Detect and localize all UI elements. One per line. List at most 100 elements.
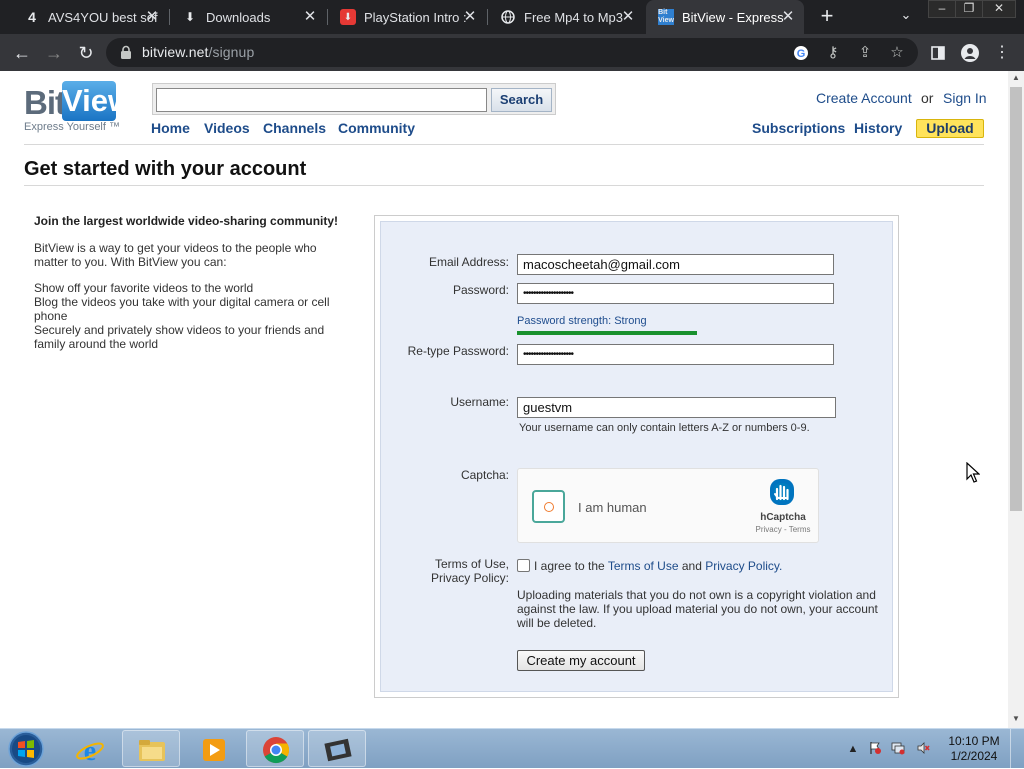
- taskbar-clock[interactable]: 10:10 PM 1/2/2024: [945, 734, 1003, 764]
- back-arrow-icon[interactable]: ←: [9, 40, 35, 66]
- retype-password-label: Re-type Password:: [407, 344, 509, 358]
- search-form: Search: [152, 83, 556, 115]
- clock-date: 1/2/2024: [950, 749, 998, 763]
- terms-checkbox[interactable]: [517, 559, 530, 572]
- tab-avs4you[interactable]: 4 AVS4YOU best sof ✕: [12, 0, 168, 34]
- password-strength-bar: [517, 331, 697, 335]
- close-icon[interactable]: ✕: [302, 9, 318, 25]
- close-icon[interactable]: ✕: [620, 9, 636, 25]
- svg-text:e: e: [84, 736, 96, 765]
- network-icon[interactable]: [890, 741, 906, 757]
- captcha-text: I am human: [578, 500, 647, 515]
- create-account-button[interactable]: Create my account: [517, 650, 645, 671]
- action-center-flag-icon[interactable]: [867, 741, 883, 757]
- globe-icon: [500, 9, 516, 25]
- google-icon[interactable]: G: [790, 42, 812, 64]
- kebab-menu-icon[interactable]: ⋮: [989, 40, 1015, 66]
- taskbar-ie[interactable]: e: [60, 730, 118, 767]
- tab-free-mp4[interactable]: Free Mp4 to Mp3 ✕: [488, 0, 644, 34]
- restore-button[interactable]: ❐: [955, 0, 983, 18]
- create-account-link[interactable]: Create Account: [816, 90, 912, 106]
- nav-channels[interactable]: Channels: [263, 120, 326, 136]
- sign-in-link[interactable]: Sign In: [943, 90, 987, 106]
- header-divider: [24, 144, 984, 145]
- chrome-icon: [263, 737, 290, 764]
- search-button[interactable]: Search: [491, 88, 552, 112]
- nav-videos[interactable]: Videos: [204, 120, 250, 136]
- minimize-button[interactable]: –: [928, 0, 956, 18]
- tab-search-chevron-icon[interactable]: ⌄: [896, 7, 916, 27]
- star-icon[interactable]: ☆: [886, 42, 908, 64]
- hcaptcha-brand: hCaptcha: [760, 512, 806, 523]
- copyright-notice: Uploading materials that you do not own …: [517, 588, 878, 630]
- history-link[interactable]: History: [854, 120, 902, 136]
- retype-password-field[interactable]: ••••••••••••••••••••: [517, 344, 834, 365]
- profile-avatar-icon[interactable]: [957, 40, 983, 66]
- email-label: Email Address:: [428, 255, 509, 269]
- hcaptcha-links[interactable]: Privacy - Terms: [748, 525, 818, 534]
- or-text: or: [921, 90, 934, 106]
- side-panel-icon[interactable]: [925, 40, 951, 66]
- logo-view-text: View: [62, 81, 132, 121]
- film-strip-icon: [324, 738, 352, 762]
- scroll-up-arrow-icon[interactable]: ▲: [1008, 71, 1024, 85]
- search-input[interactable]: [156, 88, 487, 112]
- new-tab-button[interactable]: +: [815, 5, 839, 29]
- windows-taskbar: e ▲ 10:10 PM 1/2/2024: [0, 728, 1024, 769]
- taskbar-media-player[interactable]: [184, 730, 242, 767]
- taskbar-explorer[interactable]: [122, 730, 180, 767]
- show-desktop-button[interactable]: [1010, 729, 1024, 769]
- intro-bullet: Show off your favorite videos to the wor…: [34, 281, 254, 295]
- taskbar-chrome[interactable]: [246, 730, 304, 767]
- windows-start-icon[interactable]: [6, 730, 46, 768]
- tray-expand-arrow-icon[interactable]: ▲: [845, 741, 861, 757]
- password-label: Password:: [452, 283, 509, 297]
- close-window-button[interactable]: ✕: [982, 0, 1016, 18]
- hcaptcha-logo-icon: [770, 479, 794, 505]
- close-icon[interactable]: ✕: [144, 9, 160, 25]
- mouse-cursor-icon: [966, 462, 980, 483]
- share-icon[interactable]: ⇪: [854, 42, 876, 64]
- internet-explorer-icon: e: [76, 736, 104, 765]
- nav-home[interactable]: Home: [151, 120, 190, 136]
- close-icon[interactable]: ✕: [462, 9, 478, 25]
- media-player-icon: [203, 739, 225, 761]
- scroll-down-arrow-icon[interactable]: ▼: [1008, 712, 1024, 726]
- hcaptcha-widget: I am human hCaptcha Privacy - Terms: [517, 468, 819, 543]
- scrollbar-thumb[interactable]: [1010, 87, 1022, 511]
- tab-bitview[interactable]: Bit View BitView - Express ✕: [646, 0, 804, 34]
- password-strength-text: Password strength: Strong: [517, 315, 647, 327]
- email-field[interactable]: macoscheetah@gmail.com: [517, 254, 834, 275]
- password-field[interactable]: ••••••••••••••••••••: [517, 283, 834, 304]
- reload-icon[interactable]: ↻: [73, 40, 99, 66]
- bitview-logo[interactable]: Bit View Express Yourself ™: [24, 81, 132, 137]
- address-bar[interactable]: bitview.net/signup G ⚷ ⇪ ☆: [106, 38, 918, 67]
- intro-bullet: Blog the videos you take with your digit…: [34, 295, 330, 323]
- nav-community[interactable]: Community: [338, 120, 415, 136]
- signup-form: Email Address: macoscheetah@gmail.com Pa…: [380, 221, 893, 692]
- privacy-policy-link[interactable]: Privacy Policy.: [705, 559, 782, 573]
- page-scrollbar[interactable]: ▲ ▼: [1008, 71, 1024, 728]
- captcha-label: Captcha:: [460, 468, 509, 482]
- username-hint: Your username can only contain letters A…: [519, 422, 810, 434]
- taskbar-video-editor[interactable]: [308, 730, 366, 767]
- upload-button[interactable]: Upload: [916, 119, 984, 138]
- bitview-favicon-icon: Bit View: [658, 9, 674, 25]
- intro-text: BitView is a way to get your videos to t…: [34, 241, 317, 269]
- page-viewport: Bit View Express Yourself ™ Search Home …: [0, 71, 1008, 728]
- terms-of-use-link[interactable]: Terms of Use: [608, 559, 679, 573]
- volume-muted-icon[interactable]: [915, 741, 931, 757]
- system-tray: ▲: [845, 729, 945, 769]
- captcha-checkbox[interactable]: [532, 490, 565, 523]
- close-icon[interactable]: ✕: [780, 9, 796, 25]
- tab-strip: 4 AVS4YOU best sof ✕ ⬇ Downloads ✕ ⬇ Pla…: [0, 0, 1024, 34]
- forward-arrow-icon[interactable]: →: [41, 40, 67, 66]
- key-icon[interactable]: ⚷: [822, 42, 844, 64]
- avs4you-favicon-icon: 4: [28, 9, 36, 25]
- tab-downloads[interactable]: ⬇ Downloads ✕: [170, 0, 326, 34]
- tab-playstation[interactable]: ⬇ PlayStation Intro : ✕: [328, 0, 486, 34]
- intro-heading: Join the largest worldwide video-sharing…: [34, 214, 339, 228]
- page-title: Get started with your account: [24, 158, 307, 180]
- username-field[interactable]: guestvm: [517, 397, 836, 418]
- subscriptions-link[interactable]: Subscriptions: [752, 120, 845, 136]
